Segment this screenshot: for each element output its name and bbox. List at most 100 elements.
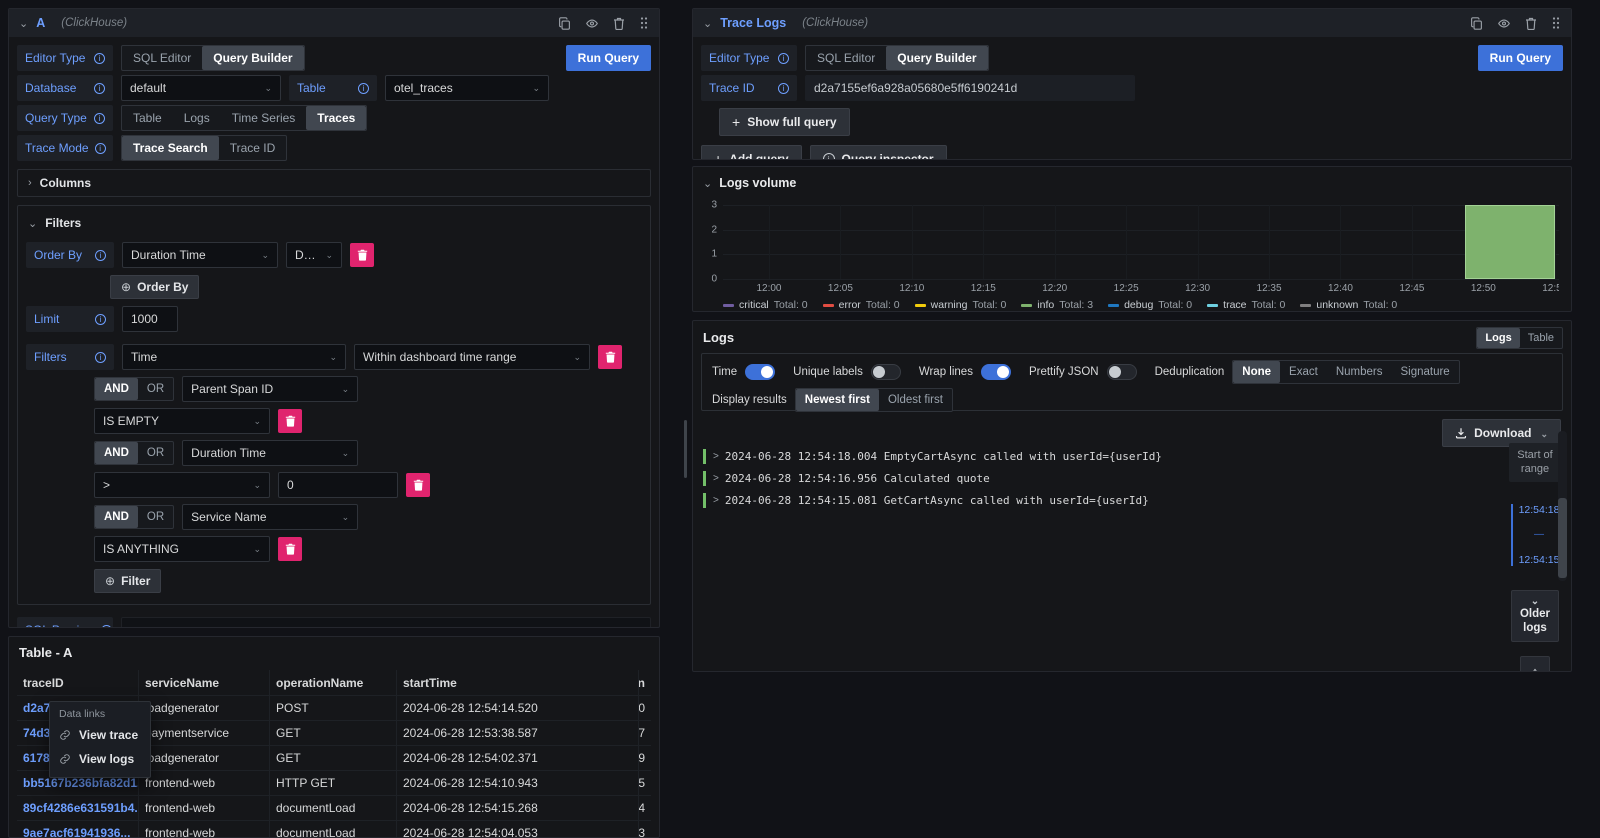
segment-option-table[interactable]: Table — [1520, 328, 1562, 348]
database-select[interactable]: default — [121, 75, 281, 101]
data-link-view-logs[interactable]: View logs — [59, 747, 141, 771]
query-inspector-button[interactable]: Query inspector — [810, 145, 947, 160]
segment-option-time-series[interactable]: Time Series — [221, 106, 307, 130]
column-header-duration[interactable]: duration — [639, 670, 651, 695]
legend-item-error[interactable]: errorTotal: 0 — [823, 299, 900, 311]
remove-order-by-button[interactable] — [350, 243, 374, 267]
drag-handle-icon[interactable] — [639, 16, 649, 30]
filter-field-select[interactable]: Duration Time — [182, 440, 358, 466]
column-header-servicename[interactable]: serviceName — [139, 670, 270, 695]
copy-icon[interactable] — [558, 17, 571, 30]
info-icon[interactable] — [95, 314, 106, 325]
segment-option-oldest-first[interactable]: Oldest first — [879, 389, 952, 411]
segment-option-trace-search[interactable]: Trace Search — [122, 136, 219, 160]
info-icon[interactable] — [95, 352, 106, 363]
segment-option-numbers[interactable]: Numbers — [1327, 361, 1392, 383]
unique-labels-toggle[interactable] — [871, 364, 901, 380]
show-full-query-button[interactable]: Show full query — [719, 108, 850, 136]
collapse-chevron-icon[interactable] — [703, 17, 712, 30]
remove-filter-button[interactable] — [598, 345, 622, 369]
segment-option-trace-id[interactable]: Trace ID — [219, 136, 287, 160]
run-query-button[interactable]: Run Query — [566, 45, 651, 71]
segment-option-none[interactable]: None — [1233, 361, 1280, 383]
add-query-button[interactable]: Add query — [701, 145, 802, 160]
info-icon[interactable] — [778, 53, 789, 64]
info-icon[interactable] — [94, 83, 105, 94]
page-scrollbar-thumb[interactable] — [684, 420, 687, 478]
filters-section-header[interactable]: Filters — [28, 216, 642, 230]
logs-scrollbar-thumb[interactable] — [1558, 498, 1567, 578]
collapse-chevron-icon[interactable] — [19, 17, 28, 30]
segment-option-and[interactable]: AND — [95, 442, 138, 464]
trace-id-link[interactable]: 9ae7acf61941936... — [17, 821, 139, 838]
remove-filter-button[interactable] — [278, 409, 302, 433]
legend-item-unknown[interactable]: unknownTotal: 0 — [1300, 299, 1397, 311]
segment-option-traces[interactable]: Traces — [306, 106, 366, 130]
data-link-view-trace[interactable]: View trace — [59, 723, 141, 747]
segment-option-logs[interactable]: Logs — [1477, 328, 1519, 348]
column-header-traceid[interactable]: traceID — [17, 670, 139, 695]
segment-option-or[interactable]: OR — [138, 442, 173, 464]
info-icon[interactable] — [101, 625, 112, 629]
legend-item-info[interactable]: infoTotal: 3 — [1021, 299, 1093, 311]
column-header-operationname[interactable]: operationName — [270, 670, 397, 695]
order-by-direction-select[interactable]: DESC — [286, 242, 342, 268]
info-icon[interactable] — [358, 83, 369, 94]
add-filter-button[interactable]: Filter — [94, 569, 161, 593]
limit-input[interactable]: 1000 — [122, 306, 178, 332]
time-toggle[interactable] — [745, 364, 775, 380]
info-icon[interactable] — [95, 250, 106, 261]
filter-field-select[interactable]: Parent Span ID — [182, 376, 358, 402]
trace-id-link[interactable]: 89cf4286e631591b4... — [17, 796, 139, 820]
segment-option-query-builder[interactable]: Query Builder — [886, 46, 987, 70]
run-query-button[interactable]: Run Query — [1478, 45, 1563, 71]
info-icon[interactable] — [94, 53, 105, 64]
column-header-starttime[interactable]: startTime — [397, 670, 639, 695]
legend-item-trace[interactable]: traceTotal: 0 — [1207, 299, 1285, 311]
filter-value-input[interactable]: 0 — [278, 472, 398, 498]
legend-item-warning[interactable]: warningTotal: 0 — [915, 299, 1007, 311]
segment-option-sql-editor[interactable]: SQL Editor — [806, 46, 886, 70]
segment-option-sql-editor[interactable]: SQL Editor — [122, 46, 202, 70]
table-select[interactable]: otel_traces — [385, 75, 549, 101]
eye-icon[interactable] — [1497, 17, 1511, 30]
segment-option-table[interactable]: Table — [122, 106, 173, 130]
prettify-json-toggle[interactable] — [1107, 364, 1137, 380]
columns-section[interactable]: Columns — [17, 169, 651, 197]
segment-option-and[interactable]: AND — [95, 378, 138, 400]
wrap-lines-toggle[interactable] — [981, 364, 1011, 380]
expand-log-chevron[interactable]: > — [713, 471, 719, 486]
bar-info[interactable] — [1465, 205, 1554, 279]
segment-option-newest-first[interactable]: Newest first — [796, 389, 879, 411]
copy-icon[interactable] — [1470, 17, 1483, 30]
info-icon[interactable] — [778, 83, 789, 94]
legend-item-critical[interactable]: criticalTotal: 0 — [723, 299, 808, 311]
segment-option-logs[interactable]: Logs — [173, 106, 221, 130]
segment-option-exact[interactable]: Exact — [1280, 361, 1327, 383]
filter-operator-select[interactable]: IS EMPTY — [94, 408, 270, 434]
trash-icon[interactable] — [1525, 17, 1537, 30]
segment-option-query-builder[interactable]: Query Builder — [202, 46, 303, 70]
filter-operator-select[interactable]: > — [94, 472, 270, 498]
trace-id-input[interactable]: d2a7155ef6a928a05680e5ff6190241d — [805, 75, 1135, 101]
info-icon[interactable] — [95, 143, 106, 154]
order-by-field-select[interactable]: Duration Time — [122, 242, 278, 268]
scroll-to-top-button[interactable] — [1520, 656, 1550, 672]
filter-operator-select[interactable]: IS ANYTHING — [94, 536, 270, 562]
filter-field-select[interactable]: Time — [122, 344, 346, 370]
expand-log-chevron[interactable]: > — [713, 493, 719, 508]
segment-option-or[interactable]: OR — [138, 506, 173, 528]
trash-icon[interactable] — [613, 17, 625, 30]
remove-filter-button[interactable] — [406, 473, 430, 497]
segment-option-signature[interactable]: Signature — [1391, 361, 1458, 383]
segment-option-or[interactable]: OR — [138, 378, 173, 400]
segment-option-and[interactable]: AND — [95, 506, 138, 528]
logs-volume-header[interactable]: Logs volume — [693, 167, 1571, 190]
filter-range-select[interactable]: Within dashboard time range — [354, 344, 590, 370]
info-icon[interactable] — [94, 113, 105, 124]
older-logs-button[interactable]: Older logs — [1511, 590, 1559, 643]
legend-item-debug[interactable]: debugTotal: 0 — [1108, 299, 1192, 311]
filter-field-select[interactable]: Service Name — [182, 504, 358, 530]
remove-filter-button[interactable] — [278, 537, 302, 561]
eye-icon[interactable] — [585, 17, 599, 30]
